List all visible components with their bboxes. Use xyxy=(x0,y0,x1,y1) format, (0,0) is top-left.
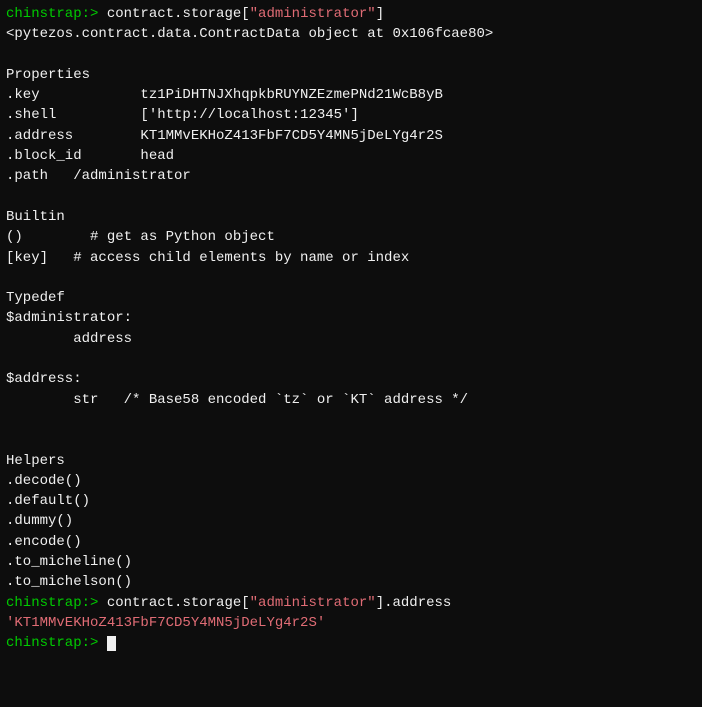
terminal-line: .dummy() xyxy=(6,511,696,531)
terminal-line: .decode() xyxy=(6,471,696,491)
prompt: chinstrap:> xyxy=(6,595,107,611)
string-value: "administrator" xyxy=(250,595,376,611)
command-text: contract.storage[ xyxy=(107,6,250,22)
terminal-line: .path /administrator xyxy=(6,166,696,186)
terminal-line: .key tz1PiDHTNJXhqpkbRUYNZEzmePNd21WcB8y… xyxy=(6,85,696,105)
command-text2: ].address xyxy=(376,595,452,611)
terminal-line: .to_michelson() xyxy=(6,572,696,592)
cursor[interactable] xyxy=(107,636,116,651)
property-name: .path xyxy=(6,168,73,184)
terminal-line: Builtin xyxy=(6,207,696,227)
terminal-line: address xyxy=(6,329,696,349)
terminal-line: .address KT1MMvEKHoZ413FbF7CD5Y4MN5jDeLY… xyxy=(6,126,696,146)
terminal-line: .default() xyxy=(6,491,696,511)
command-text: contract.storage[ xyxy=(107,595,250,611)
property-name: .block_id xyxy=(6,148,140,164)
prompt: chinstrap:> xyxy=(6,6,107,22)
terminal-line xyxy=(6,410,696,430)
terminal-line: .block_id head xyxy=(6,146,696,166)
terminal-line: $address: xyxy=(6,369,696,389)
output-value: 'KT1MMvEKHoZ413FbF7CD5Y4MN5jDeLYg4r2S' xyxy=(6,615,325,631)
terminal-line: chinstrap:> contract.storage["administra… xyxy=(6,593,696,613)
string-value: "administrator" xyxy=(250,6,376,22)
terminal-line: chinstrap:> xyxy=(6,633,696,653)
property-name: .shell xyxy=(6,107,140,123)
terminal-line xyxy=(6,349,696,369)
property-value: ['http://localhost:12345'] xyxy=(140,107,358,123)
terminal-line: 'KT1MMvEKHoZ413FbF7CD5Y4MN5jDeLYg4r2S' xyxy=(6,613,696,633)
terminal-line: [key] # access child elements by name or… xyxy=(6,248,696,268)
terminal-line: Typedef xyxy=(6,288,696,308)
terminal-line xyxy=(6,430,696,450)
terminal-line: str /* Base58 encoded `tz` or `KT` addre… xyxy=(6,390,696,410)
terminal-line: chinstrap:> contract.storage["administra… xyxy=(6,4,696,24)
terminal-line: () # get as Python object xyxy=(6,227,696,247)
terminal-line: Helpers xyxy=(6,451,696,471)
property-name: .address xyxy=(6,128,140,144)
property-value: tz1PiDHTNJXhqpkbRUYNZEzmePNd21WcB8yB xyxy=(140,87,442,103)
terminal-line: $administrator: xyxy=(6,308,696,328)
terminal-line: .encode() xyxy=(6,532,696,552)
command-text2: ] xyxy=(376,6,384,22)
terminal-line xyxy=(6,187,696,207)
terminal-line: <pytezos.contract.data.ContractData obje… xyxy=(6,24,696,44)
terminal-line: .to_micheline() xyxy=(6,552,696,572)
property-value: KT1MMvEKHoZ413FbF7CD5Y4MN5jDeLYg4r2S xyxy=(140,128,442,144)
terminal-line xyxy=(6,268,696,288)
property-name: .key xyxy=(6,87,140,103)
terminal: chinstrap:> contract.storage["administra… xyxy=(0,0,702,707)
property-value: /administrator xyxy=(73,168,191,184)
property-value: head xyxy=(140,148,174,164)
prompt: chinstrap:> xyxy=(6,635,107,651)
terminal-line xyxy=(6,45,696,65)
terminal-line: .shell ['http://localhost:12345'] xyxy=(6,105,696,125)
terminal-line: Properties xyxy=(6,65,696,85)
